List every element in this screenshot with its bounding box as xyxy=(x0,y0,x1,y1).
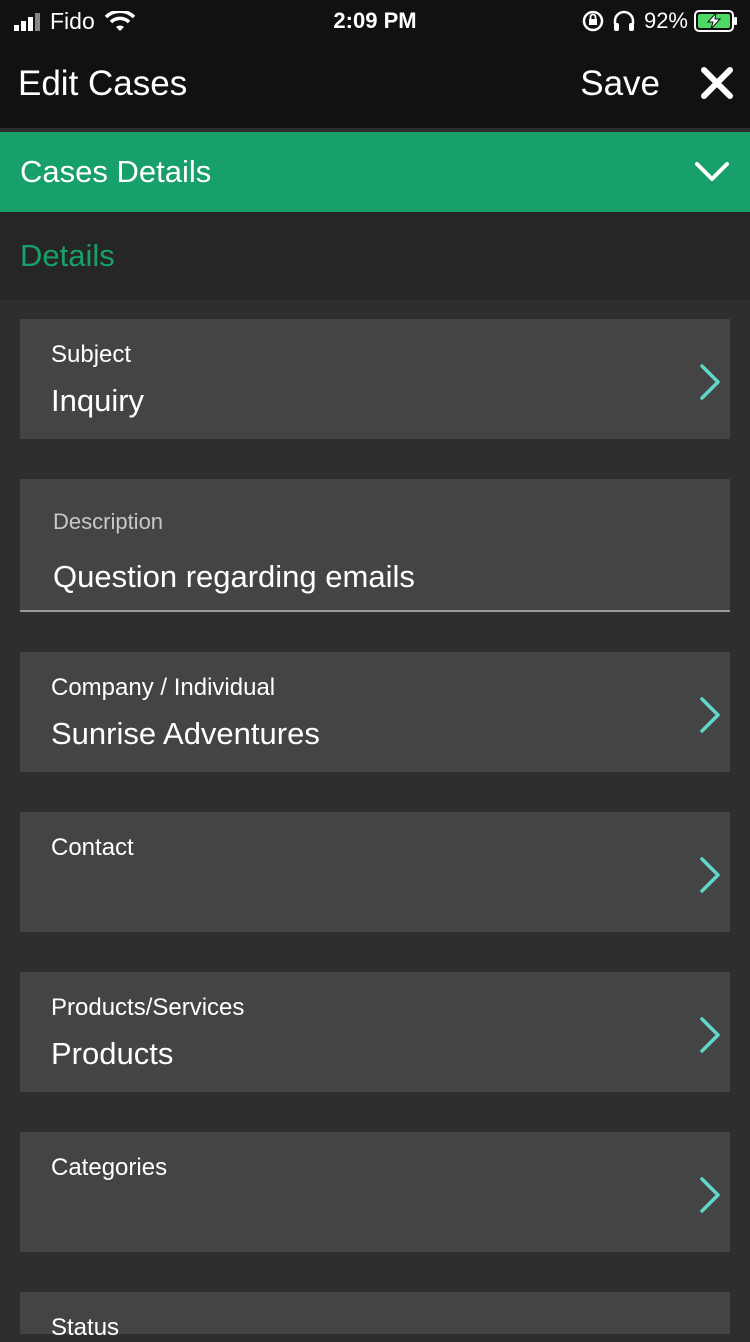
nav-bar: Edit Cases Save xyxy=(0,40,750,128)
chevron-down-icon xyxy=(695,162,729,181)
orientation-lock-icon xyxy=(582,10,604,32)
categories-field[interactable]: Categories xyxy=(20,1132,730,1252)
battery-charging-icon xyxy=(694,10,737,32)
categories-label: Categories xyxy=(51,1154,168,1181)
chevron-right-icon xyxy=(700,364,720,400)
status-bar: Fido 2:09 PM 92% xyxy=(0,0,750,40)
chevron-right-icon xyxy=(700,1177,720,1213)
cases-details-section-header[interactable]: Cases Details xyxy=(0,132,750,212)
products-label: Products/Services xyxy=(51,994,245,1021)
details-group-header: Details xyxy=(0,212,750,300)
products-value: Products xyxy=(51,1036,174,1071)
contact-field[interactable]: Contact xyxy=(20,812,730,932)
description-field[interactable]: Description Question regarding emails xyxy=(20,479,730,612)
status-field[interactable]: Status xyxy=(20,1292,730,1341)
battery-percent: 92% xyxy=(643,8,688,33)
page-title: Edit Cases xyxy=(18,64,188,103)
chevron-right-icon xyxy=(700,697,720,733)
company-value: Sunrise Adventures xyxy=(51,716,320,751)
close-icon[interactable] xyxy=(698,64,736,102)
company-label: Company / Individual xyxy=(51,674,276,701)
products-services-field[interactable]: Products/Services Products xyxy=(20,972,730,1092)
save-button[interactable]: Save xyxy=(580,64,660,104)
subject-field[interactable]: Subject Inquiry xyxy=(20,319,730,439)
status-right: 92% xyxy=(582,8,738,34)
description-label: Description xyxy=(53,509,164,534)
company-field[interactable]: Company / Individual Sunrise Adventures xyxy=(20,652,730,772)
chevron-right-icon xyxy=(700,857,720,893)
status-label: Status xyxy=(51,1314,120,1341)
description-value[interactable]: Question regarding emails xyxy=(53,559,415,595)
chevron-right-icon xyxy=(700,1017,720,1053)
headphones-icon xyxy=(613,10,635,31)
section-title: Cases Details xyxy=(20,154,212,189)
subject-value: Inquiry xyxy=(51,383,145,418)
contact-label: Contact xyxy=(51,834,134,861)
group-title: Details xyxy=(20,238,115,273)
subject-label: Subject xyxy=(51,341,132,368)
